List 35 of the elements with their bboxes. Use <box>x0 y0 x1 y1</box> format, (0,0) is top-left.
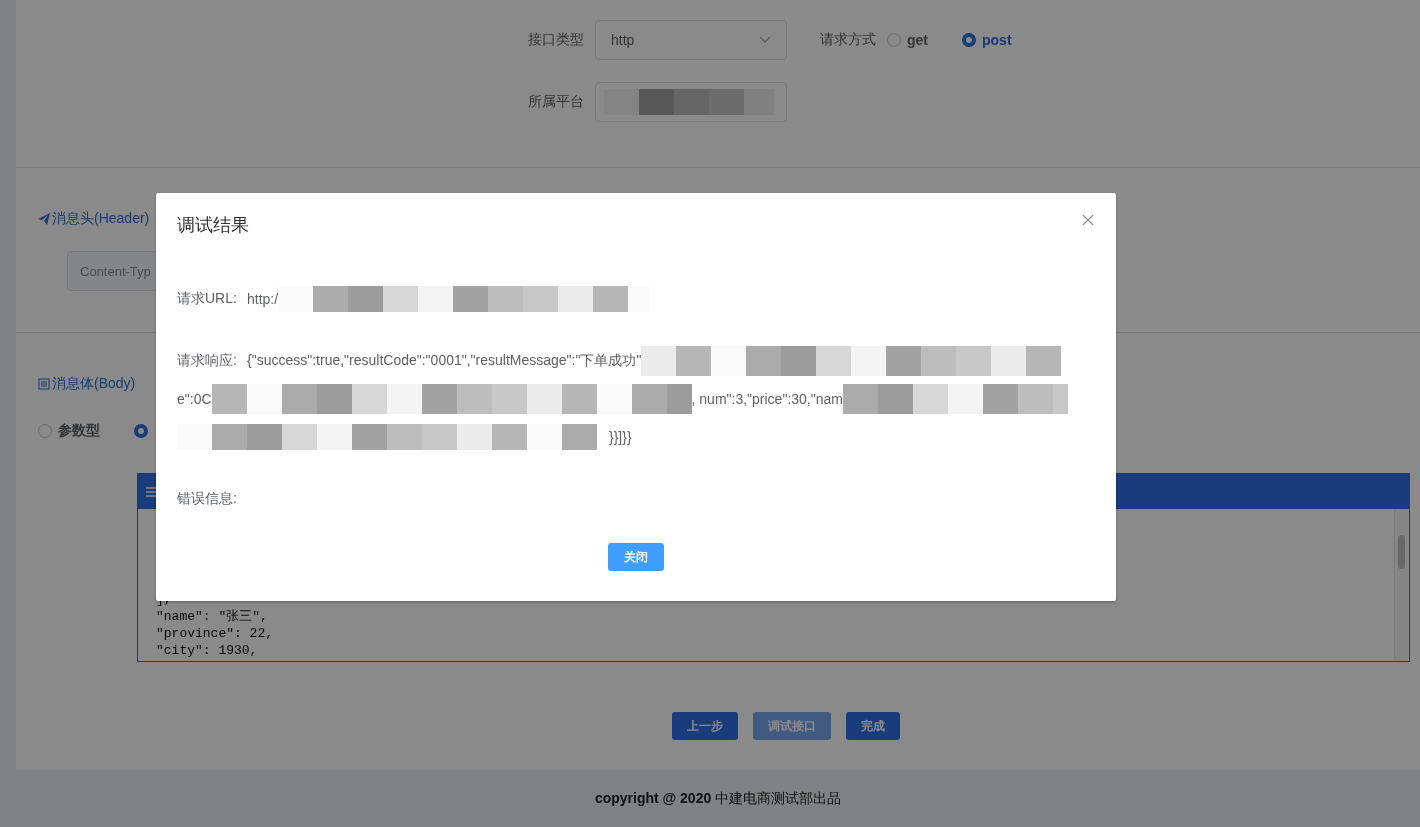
platform-field[interactable] <box>595 82 787 122</box>
radio-label[interactable]: post <box>982 32 1012 48</box>
section-title: 消息体(Body) <box>52 375 136 393</box>
radio-button[interactable] <box>134 424 148 438</box>
section-title: 消息头(Header) <box>52 210 150 228</box>
url-value: http:/ <box>247 291 279 307</box>
response-text: {"success":true,"resultCode":"0001","resultMessage":"下单成功" <box>247 352 642 370</box>
radio-button[interactable] <box>38 424 52 438</box>
field-label: 请求方式 <box>820 31 877 49</box>
radio-label[interactable]: 参数型 <box>58 422 100 440</box>
scrollbar-thumb[interactable] <box>1398 535 1405 569</box>
type-select[interactable]: http <box>595 20 787 60</box>
document-icon <box>38 378 50 390</box>
copyright-text: copyright @ 2020 中建电商测试部出品 <box>594 789 842 808</box>
close-button[interactable]: 关闭 <box>608 543 664 571</box>
code-line: "name": "张三", <box>156 608 269 625</box>
response-text: }}]}} <box>609 429 632 445</box>
paper-plane-icon <box>38 213 50 225</box>
radio-button[interactable] <box>962 33 976 47</box>
radio-label[interactable]: get <box>907 32 928 48</box>
field-label: 接口类型 <box>528 31 585 49</box>
radio-button[interactable] <box>887 33 901 47</box>
action-button[interactable]: 上一步 <box>672 712 738 740</box>
response-text: , num":3,"price":30,"nam <box>691 391 843 407</box>
code-line: "province": 22, <box>156 625 275 642</box>
response-text: e":0C <box>177 391 212 407</box>
code-line: "city": 1930, <box>156 642 259 659</box>
close-icon[interactable] <box>1082 214 1094 226</box>
field-label: 所属平台 <box>528 93 585 111</box>
chevron-down-icon <box>759 36 771 44</box>
url-label: 请求URL: <box>177 290 238 308</box>
dialog-title: 调试结果 <box>177 214 249 237</box>
response-label: 请求响应: <box>177 352 238 370</box>
action-button[interactable]: 完成 <box>846 712 900 740</box>
error-label: 错误信息: <box>177 490 237 508</box>
